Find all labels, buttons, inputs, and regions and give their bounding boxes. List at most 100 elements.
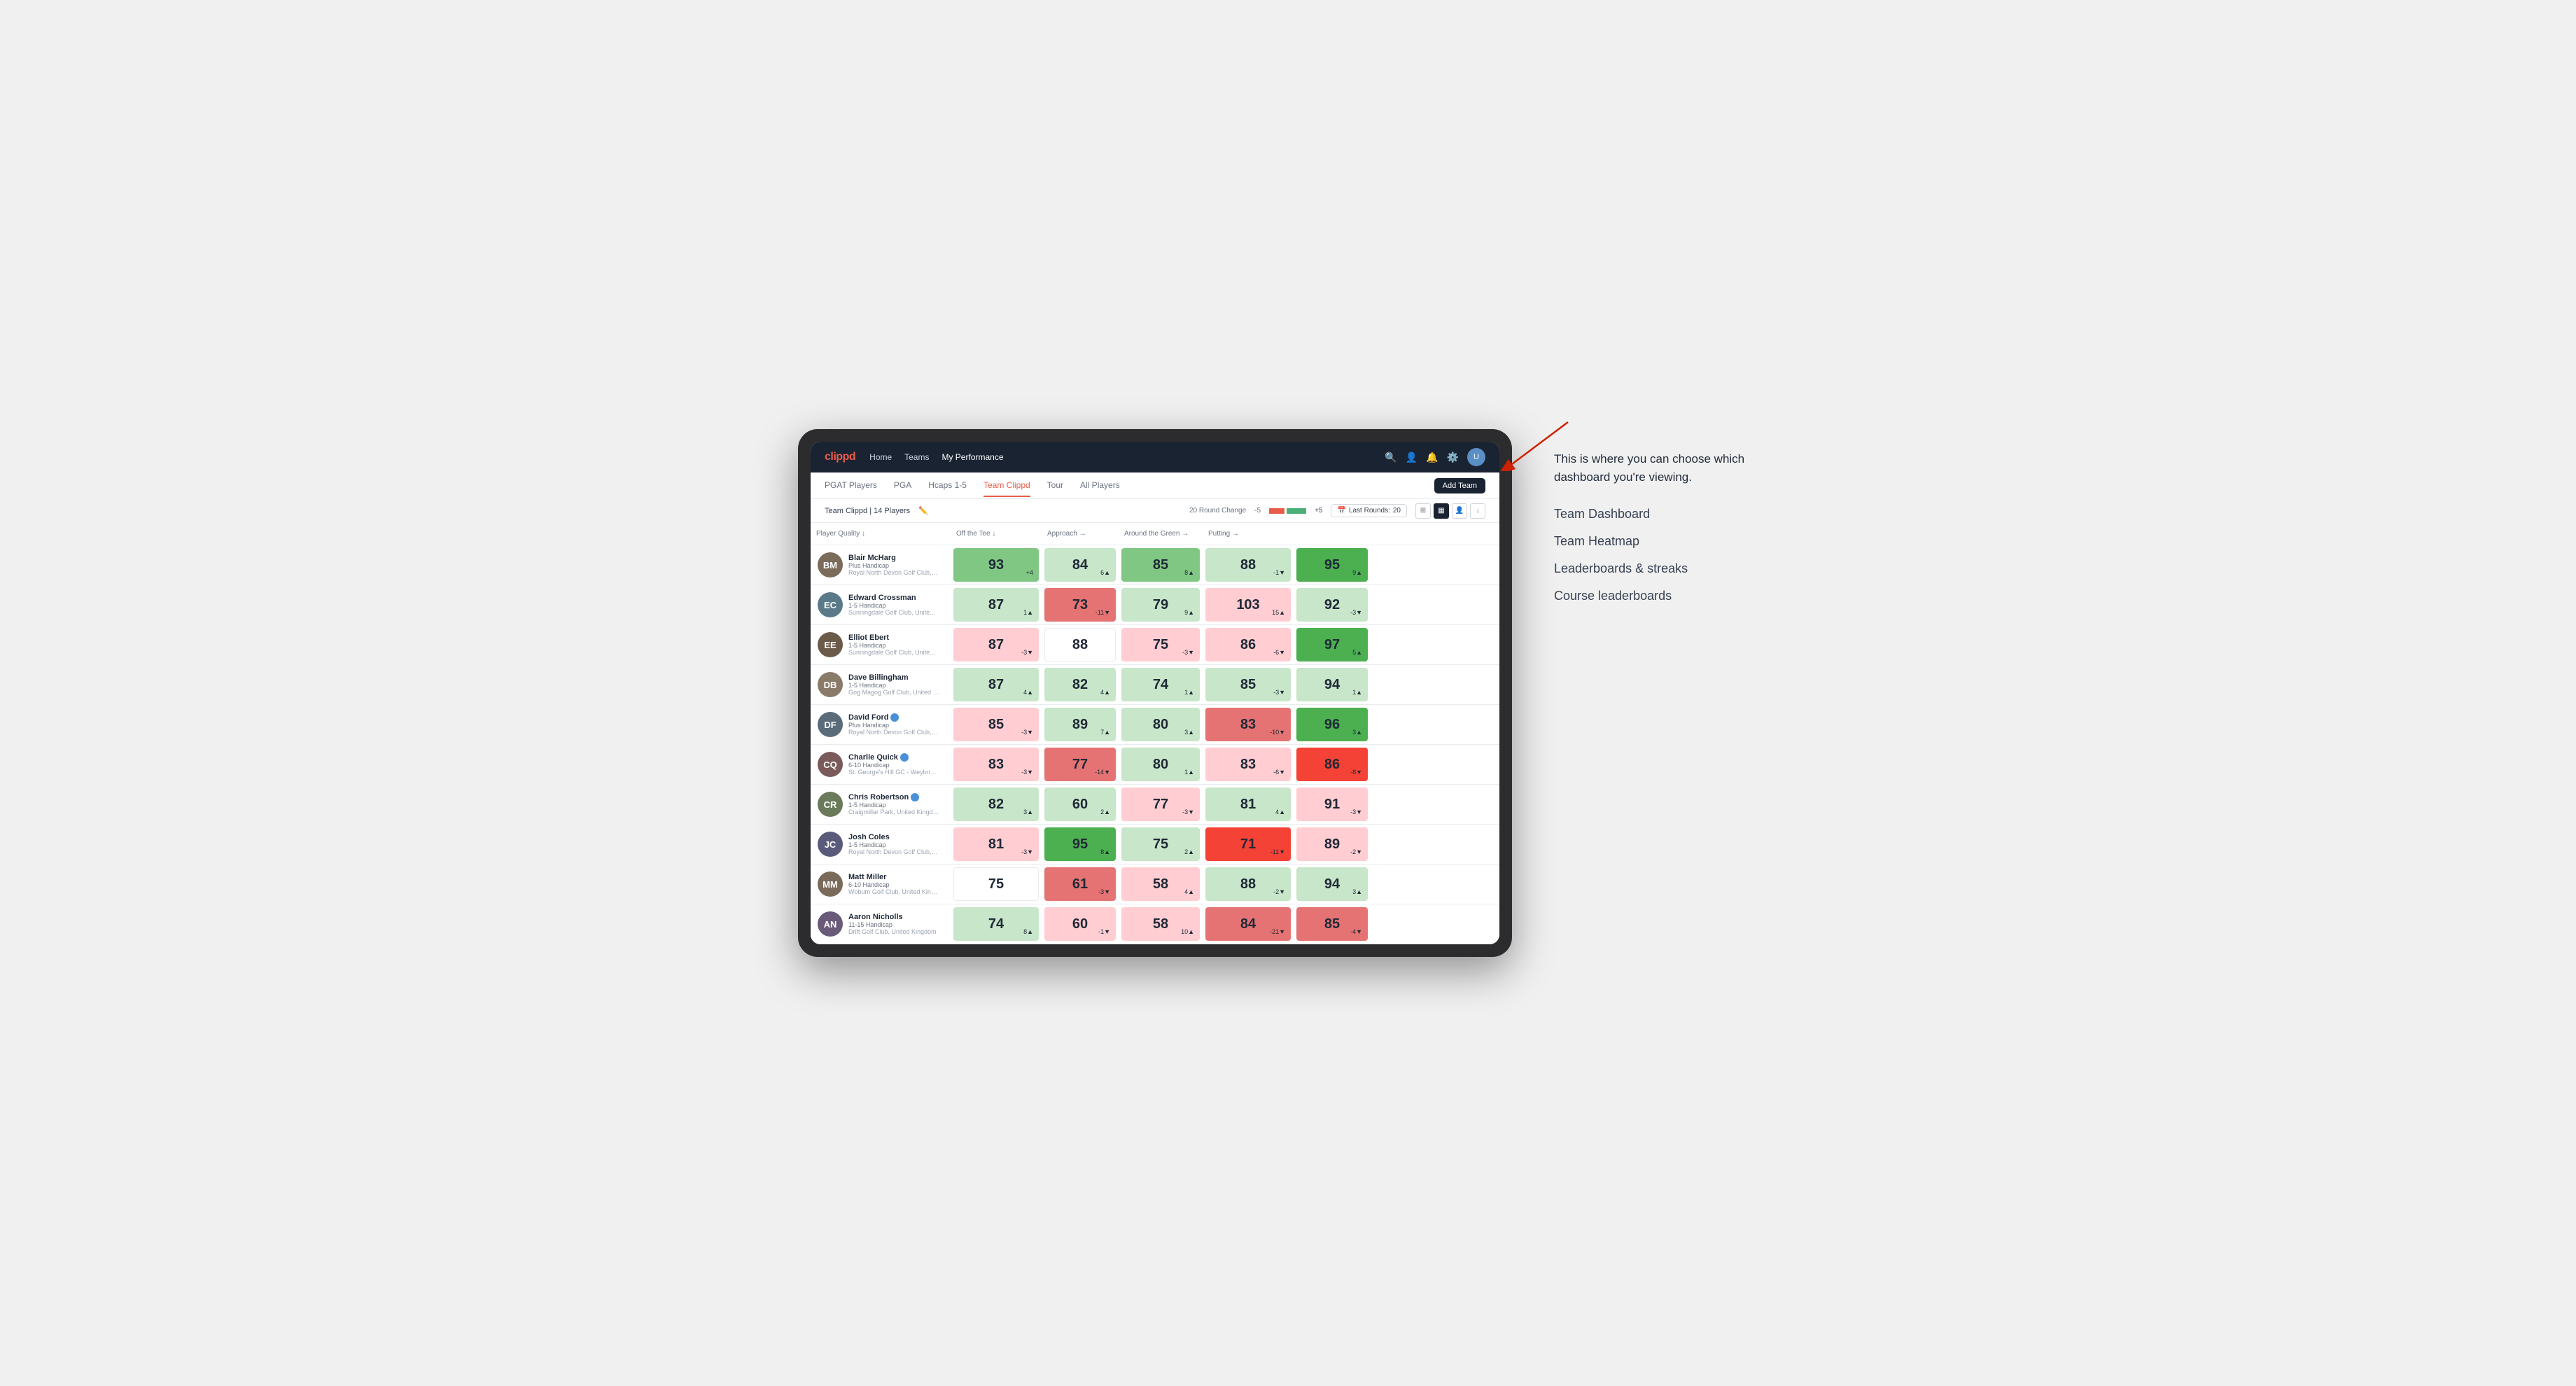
verified-icon	[890, 713, 899, 722]
tab-all-players[interactable]: All Players	[1080, 475, 1120, 497]
player-name: Charlie Quick	[848, 753, 939, 762]
score-value: 75	[1153, 637, 1168, 653]
score-value: 85	[1153, 557, 1168, 573]
th-off-tee[interactable]: Off the Tee ↓	[951, 527, 1042, 540]
player-avatar: MM	[818, 872, 843, 897]
score-value: 87	[988, 637, 1004, 653]
score-change: 2▲	[1184, 848, 1194, 855]
score-value: 83	[988, 757, 1004, 773]
score-value: 96	[1324, 717, 1340, 733]
score-change: 4▲	[1023, 689, 1033, 696]
player-club: Sunningdale Golf Club, United Kingdom	[848, 609, 939, 616]
score-value: 86	[1240, 637, 1256, 653]
score-change: -3▼	[1098, 888, 1110, 895]
player-info[interactable]: ANAaron Nicholls11-15 HandicapDrift Golf…	[811, 906, 951, 942]
user-icon[interactable]: 👤	[1406, 451, 1418, 463]
score-value: 81	[988, 836, 1004, 853]
score-cell: 5810▲	[1121, 907, 1200, 941]
score-change: 10▲	[1181, 928, 1194, 935]
player-info[interactable]: CQ Charlie Quick6-10 HandicapSt. George's…	[811, 746, 951, 783]
score-value: 85	[988, 717, 1004, 733]
player-name: Chris Robertson	[848, 793, 939, 802]
score-value: 75	[988, 876, 1004, 892]
bar-green	[1287, 508, 1306, 514]
player-info[interactable]: EEElliot Ebert1-5 HandicapSunningdale Go…	[811, 626, 951, 663]
th-putting[interactable]: Putting →	[1203, 527, 1294, 540]
player-info[interactable]: DBDave Billingham1-5 HandicapGog Magog G…	[811, 666, 951, 703]
player-avatar: CQ	[818, 752, 843, 777]
score-change: 3▲	[1023, 808, 1033, 816]
add-team-button[interactable]: Add Team	[1434, 478, 1485, 493]
tab-pgat-players[interactable]: PGAT Players	[825, 475, 877, 497]
score-value: 91	[1324, 797, 1340, 813]
score-cell: 75 -3▼	[1121, 628, 1200, 662]
tab-hcaps[interactable]: Hcaps 1-5	[928, 475, 967, 497]
player-club: Gog Magog Golf Club, United Kingdom	[848, 689, 939, 696]
score-cell: 803▲	[1121, 708, 1200, 741]
score-value: 60	[1072, 797, 1088, 813]
player-club: St. George's Hill GC - Weybridge - Surre…	[848, 769, 939, 776]
player-handicap: 1-5 Handicap	[848, 841, 939, 848]
score-cell: 81-3▼	[953, 827, 1039, 861]
nav-home[interactable]: Home	[869, 449, 892, 465]
player-name: David Ford	[848, 713, 939, 722]
player-avatar: JC	[818, 832, 843, 857]
score-value: 87	[988, 597, 1004, 613]
score-cell: 89-2▼	[1296, 827, 1368, 861]
change-plus: +5	[1315, 507, 1322, 514]
player-handicap: Plus Handicap	[848, 722, 939, 729]
player-avatar: DF	[818, 712, 843, 737]
last-rounds-button[interactable]: 📅 Last Rounds: 20	[1331, 504, 1407, 517]
score-change: 3▲	[1184, 729, 1194, 736]
user-avatar[interactable]: U	[1467, 448, 1485, 466]
heatmap-view-button[interactable]: ▦	[1434, 503, 1449, 519]
player-info[interactable]: JCJosh Coles1-5 HandicapRoyal North Devo…	[811, 826, 951, 862]
score-cell: 86-8▼	[1296, 748, 1368, 781]
th-player-quality[interactable]: Player Quality ↓	[811, 527, 951, 540]
tab-pga[interactable]: PGA	[894, 475, 911, 497]
tab-tour[interactable]: Tour	[1047, 475, 1063, 497]
annotation-item-3: Leaderboards & streaks	[1554, 561, 1778, 576]
score-cell: 897▲	[1044, 708, 1116, 741]
score-value: 73	[1072, 597, 1088, 613]
th-around-green[interactable]: Around the Green →	[1119, 527, 1203, 540]
score-change: 2▲	[1100, 808, 1110, 816]
page-wrapper: clippd Home Teams My Performance 🔍 👤 🔔 ⚙…	[798, 429, 1778, 957]
player-info[interactable]: BMBlair McHargPlus HandicapRoyal North D…	[811, 547, 951, 583]
nav-myperformance[interactable]: My Performance	[941, 449, 1003, 465]
player-info[interactable]: MMMatt Miller6-10 HandicapWoburn Golf Cl…	[811, 866, 951, 902]
score-value: 89	[1072, 717, 1088, 733]
score-cell: 83-6▼	[1205, 748, 1291, 781]
nav-teams[interactable]: Teams	[904, 449, 929, 465]
player-info[interactable]: ECEdward Crossman1-5 HandicapSunningdale…	[811, 587, 951, 623]
score-value: 60	[1072, 916, 1088, 932]
score-cell: 801▲	[1121, 748, 1200, 781]
player-avatar: EC	[818, 592, 843, 617]
calendar-icon: 📅	[1337, 507, 1345, 514]
score-change: -3▼	[1182, 649, 1194, 656]
th-approach[interactable]: Approach →	[1042, 527, 1119, 540]
score-value: 75	[1153, 836, 1168, 853]
score-cell: 871▲	[953, 588, 1039, 622]
annotation-item-4: Course leaderboards	[1554, 589, 1778, 603]
score-cell: 88-2▼	[1205, 867, 1291, 901]
person-view-button[interactable]: 👤	[1452, 503, 1467, 519]
table-row: DFDavid FordPlus HandicapRoyal North Dev…	[811, 705, 1499, 745]
download-button[interactable]: ↓	[1470, 503, 1485, 519]
score-cell: 88	[1044, 628, 1116, 662]
table-row: ECEdward Crossman1-5 HandicapSunningdale…	[811, 585, 1499, 625]
score-change: -2▼	[1273, 888, 1285, 895]
search-icon[interactable]: 🔍	[1385, 451, 1396, 463]
tab-team-clippd[interactable]: Team Clippd	[983, 475, 1030, 497]
main-content: Player Quality ↓ Off the Tee ↓ Approach …	[811, 523, 1499, 944]
player-info[interactable]: CRChris Robertson1-5 HandicapCraigmillar…	[811, 786, 951, 822]
bell-icon[interactable]: 🔔	[1426, 451, 1438, 463]
grid-view-button[interactable]: ⊞	[1415, 503, 1431, 519]
player-handicap: 6-10 Handicap	[848, 762, 939, 769]
score-value: 79	[1153, 597, 1168, 613]
edit-icon[interactable]: ✏️	[918, 506, 928, 515]
table-row: DBDave Billingham1-5 HandicapGog Magog G…	[811, 665, 1499, 705]
settings-icon[interactable]: ⚙️	[1447, 451, 1459, 463]
player-info[interactable]: DFDavid FordPlus HandicapRoyal North Dev…	[811, 706, 951, 743]
score-change: 4▲	[1100, 689, 1110, 696]
